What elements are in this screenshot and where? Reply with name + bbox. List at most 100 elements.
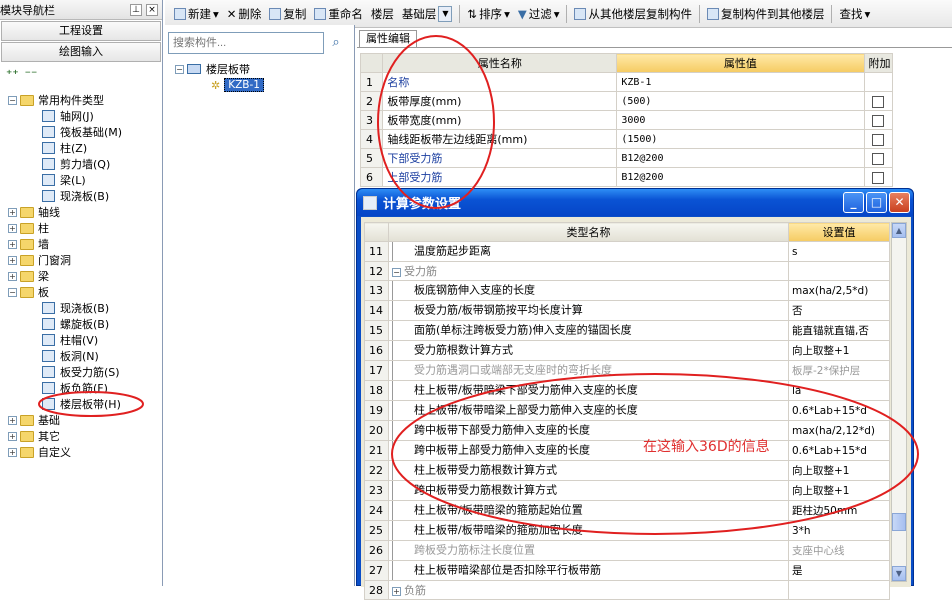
property-value[interactable]: B12@200 xyxy=(616,148,865,168)
delete-button[interactable]: ✕ 删除 xyxy=(224,6,265,22)
scroll-down-icon[interactable]: ▼ xyxy=(892,566,906,581)
param-row[interactable]: 27 柱上板带暗梁部位是否扣除平行板带筋 是 xyxy=(364,560,890,581)
expand-icon[interactable]: + xyxy=(8,447,17,457)
tree-item[interactable]: 柱(Z) xyxy=(42,140,87,156)
component-item[interactable]: ✲ KZB-1 xyxy=(211,77,264,93)
tree-item[interactable]: 现浇板(B) xyxy=(42,300,109,316)
param-row[interactable]: 13 板底钢筋伸入支座的长度 max(ha/2,5*d) xyxy=(364,280,890,301)
tree-item[interactable]: 现浇板(B) xyxy=(42,188,109,204)
property-value[interactable]: KZB-1 xyxy=(616,72,865,92)
param-value[interactable]: 否 xyxy=(788,300,890,321)
attach-checkbox[interactable] xyxy=(872,133,885,146)
param-value[interactable] xyxy=(788,580,890,600)
collapse-icon[interactable]: − xyxy=(8,287,17,297)
param-row[interactable]: 18 柱上板带/板带暗梁下部受力筋伸入支座的长度 la xyxy=(364,380,890,401)
expand-icon[interactable]: + xyxy=(8,415,17,425)
param-value[interactable]: 向上取整+1 xyxy=(788,480,890,501)
sort-button[interactable]: ⇅ 排序 ▾ xyxy=(464,6,512,22)
param-value[interactable]: 3*h xyxy=(788,520,890,541)
param-row[interactable]: 28 + 负筋 xyxy=(364,580,890,600)
attach-checkbox[interactable] xyxy=(872,152,885,165)
floor-select[interactable]: 基础层 ▼ xyxy=(399,5,456,22)
component-group[interactable]: − 楼层板带 xyxy=(175,61,250,77)
minimize-icon[interactable]: _ xyxy=(843,192,864,213)
copy-button[interactable]: 复制 xyxy=(266,6,309,22)
expand-icon[interactable]: + xyxy=(8,431,17,441)
param-value[interactable]: 0.6*Lab+15*d xyxy=(788,400,890,421)
param-value[interactable]: 支座中心线 xyxy=(788,540,890,561)
tree-item[interactable]: − 常用构件类型 xyxy=(8,92,104,108)
property-row[interactable]: 5 下部受力筋 B12@200 xyxy=(359,148,893,168)
chevron-down-icon[interactable]: ▼ xyxy=(438,5,453,22)
property-row[interactable]: 4 轴线距板带左边线距离(mm) (1500) xyxy=(359,129,893,149)
tree-item[interactable]: 剪力墙(Q) xyxy=(42,156,110,172)
close-icon[interactable]: ✕ xyxy=(889,192,910,213)
maximize-icon[interactable]: □ xyxy=(866,192,887,213)
param-row[interactable]: 17 受力筋遇洞口或端部无支座时的弯折长度 板厚-2*保护层 xyxy=(364,360,890,381)
param-value[interactable]: 距柱边50mm xyxy=(788,500,890,521)
param-value[interactable]: 能直锚就直锚,否 xyxy=(788,320,890,341)
property-value[interactable]: 3000 xyxy=(616,110,865,130)
tree-item[interactable]: 筏板基础(M) xyxy=(42,124,122,140)
property-row[interactable]: 2 板带厚度(mm) (500) xyxy=(359,91,893,111)
filter-button[interactable]: ▼ 过滤 ▾ xyxy=(515,6,563,22)
param-row[interactable]: 26 跨板受力筋标注长度位置 支座中心线 xyxy=(364,540,890,561)
attach-checkbox[interactable] xyxy=(872,171,885,184)
find-button[interactable]: 查找 ▾ xyxy=(836,6,873,22)
property-value[interactable]: (500) xyxy=(616,91,865,111)
param-row[interactable]: 23 跨中板带受力筋根数计算方式 向上取整+1 xyxy=(364,480,890,501)
param-value[interactable]: max(ha/2,5*d) xyxy=(788,280,890,301)
scroll-up-icon[interactable]: ▲ xyxy=(892,223,906,238)
pin-icon[interactable]: ⊥ xyxy=(130,3,142,16)
param-row[interactable]: 20 跨中板带下部受力筋伸入支座的长度 max(ha/2,12*d) xyxy=(364,420,890,441)
tree-item[interactable]: + 自定义 xyxy=(8,444,71,460)
tree-item[interactable]: + 轴线 xyxy=(8,204,60,220)
param-value[interactable]: la xyxy=(788,380,890,401)
tree-item[interactable]: + 柱 xyxy=(8,220,49,236)
param-value[interactable]: 向上取整+1 xyxy=(788,340,890,361)
property-value[interactable]: (1500) xyxy=(616,129,865,149)
property-value[interactable]: B12@200 xyxy=(616,167,865,187)
param-value[interactable]: s xyxy=(788,241,890,262)
expand-icon[interactable]: + xyxy=(8,255,17,265)
param-row[interactable]: 16 受力筋根数计算方式 向上取整+1 xyxy=(364,340,890,361)
param-row[interactable]: 15 面筋(单标注跨板受力筋)伸入支座的锚固长度 能直锚就直锚,否 xyxy=(364,320,890,341)
param-value[interactable]: 0.6*Lab+15*d xyxy=(788,440,890,461)
param-value[interactable]: 向上取整+1 xyxy=(788,460,890,481)
expand-all-icon[interactable]: ⁺⁺ xyxy=(6,67,19,81)
property-row[interactable]: 1 名称 KZB-1 xyxy=(359,72,893,92)
param-row[interactable]: 11 温度筋起步距离 s xyxy=(364,241,890,262)
tree-item[interactable]: 螺旋板(B) xyxy=(42,316,109,332)
drawing-input-button[interactable]: 绘图输入 xyxy=(1,42,161,62)
scroll-thumb[interactable] xyxy=(892,513,906,531)
search-input[interactable] xyxy=(168,32,324,54)
property-row[interactable]: 6 上部受力筋 B12@200 xyxy=(359,167,893,187)
param-row[interactable]: 25 柱上板带/板带暗梁的箍筋加密长度 3*h xyxy=(364,520,890,541)
new-button[interactable]: 新建 ▾ xyxy=(171,6,222,22)
close-icon[interactable]: × xyxy=(146,3,158,16)
tree-item[interactable]: − 板 xyxy=(8,284,49,300)
param-value[interactable]: 板厚-2*保护层 xyxy=(788,360,890,381)
vertical-scrollbar[interactable]: ▲ ▼ xyxy=(891,222,907,582)
param-value[interactable] xyxy=(788,261,890,281)
param-value[interactable]: 是 xyxy=(788,560,890,581)
dialog-title-bar[interactable]: 计算参数设置 _ □ ✕ xyxy=(357,189,913,216)
param-row[interactable]: 14 板受力筋/板带钢筋按平均长度计算 否 xyxy=(364,300,890,321)
tree-item[interactable]: + 门窗洞 xyxy=(8,252,71,268)
expand-icon[interactable]: + xyxy=(8,223,17,233)
project-settings-button[interactable]: 工程设置 xyxy=(1,21,161,41)
tree-item[interactable]: 柱帽(V) xyxy=(42,332,98,348)
copy-to-other-floor-button[interactable]: 复制构件到其他楼层 xyxy=(704,6,828,22)
tab-property-edit[interactable]: 属性编辑 xyxy=(359,30,417,48)
expand-icon[interactable]: + xyxy=(8,271,17,281)
tree-item[interactable]: 梁(L) xyxy=(42,172,86,188)
collapse-icon[interactable]: − xyxy=(175,64,184,74)
param-row[interactable]: 22 柱上板带受力筋根数计算方式 向上取整+1 xyxy=(364,460,890,481)
tree-item[interactable]: 楼层板带(H) xyxy=(42,396,121,412)
attach-checkbox[interactable] xyxy=(872,95,885,108)
tree-item[interactable]: 轴网(J) xyxy=(42,108,94,124)
property-row[interactable]: 3 板带宽度(mm) 3000 xyxy=(359,110,893,130)
param-row[interactable]: 24 柱上板带/板带暗梁的箍筋起始位置 距柱边50mm xyxy=(364,500,890,521)
tree-item[interactable]: 板洞(N) xyxy=(42,348,99,364)
expand-icon[interactable]: + xyxy=(392,586,401,596)
